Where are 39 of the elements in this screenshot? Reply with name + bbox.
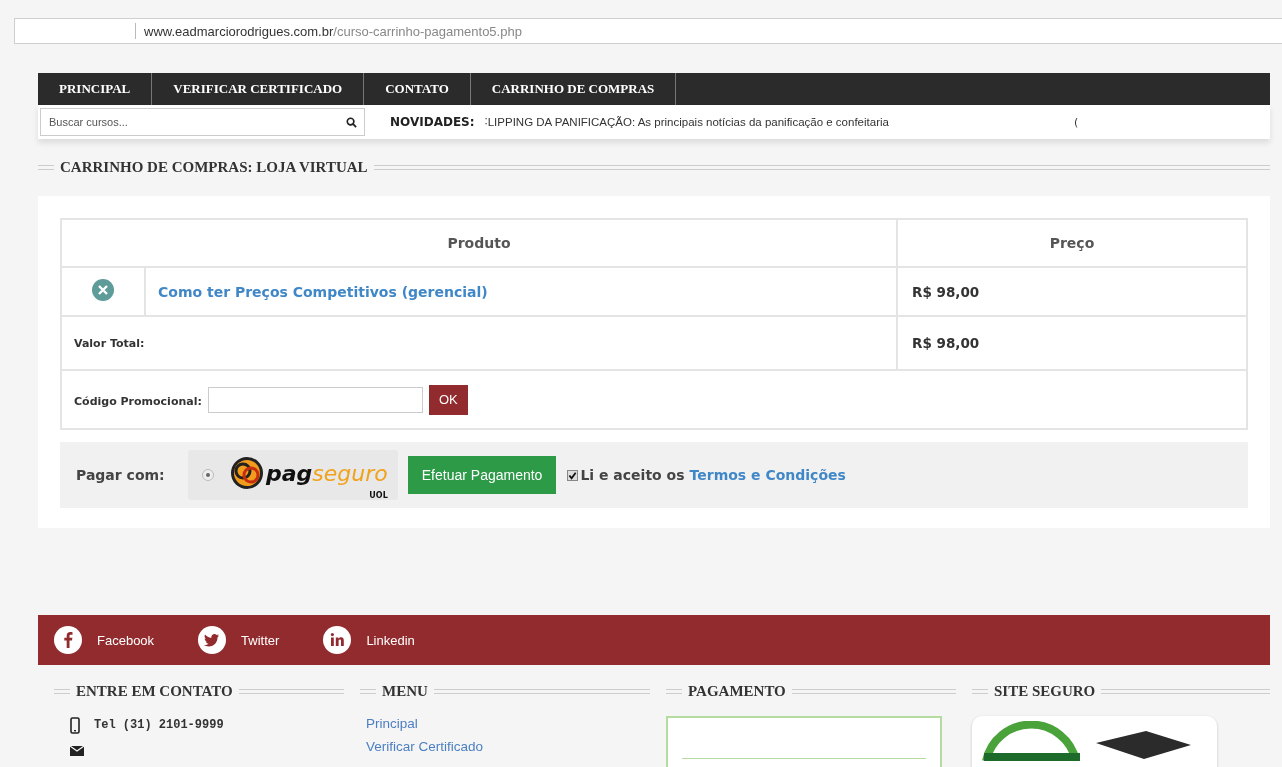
pay-with-label: Pagar com: [76, 467, 166, 483]
section-title: CARRINHO DE COMPRAS: LOJA VIRTUAL [59, 159, 369, 176]
terms-checkbox[interactable] [567, 469, 579, 481]
social-link[interactable]: Twitter [198, 626, 280, 654]
envelope-icon [70, 746, 84, 756]
social-link[interactable]: Linkedin [323, 626, 415, 654]
column-header: Produto [61, 219, 897, 267]
footer-heading: PAGAMENTO [687, 683, 787, 700]
total-value: R$ 98,00 [912, 335, 980, 351]
footer-heading: SITE SEGURO [993, 683, 1097, 700]
linkedin-icon [323, 626, 352, 654]
remove-icon[interactable] [92, 278, 114, 301]
promo-label: Código Promocional: [74, 394, 202, 407]
url-text: www.eadmarciorodrigues.com.br/curso-carrinho-pagamento5.php [144, 23, 522, 39]
promo-code-field[interactable] [207, 386, 423, 413]
payment-option[interactable]: pagseguro UOL [188, 450, 398, 500]
column-header: Preço [897, 219, 1247, 267]
footer-menu-link[interactable]: Principal [366, 716, 650, 731]
search-field[interactable]: Buscar cursos... [40, 108, 365, 136]
footer-heading: MENU [381, 683, 429, 700]
ok-button[interactable]: OK [428, 384, 468, 415]
radio-button[interactable] [202, 469, 214, 481]
product-link[interactable]: Como ter Preços Competitivos (gerencial) [158, 284, 488, 300]
facebook-icon [54, 626, 82, 654]
phone-number: Tel (31) 2101-9999 [94, 718, 224, 732]
footer-heading: ENTRE EM CONTATO [75, 683, 234, 700]
address-bar[interactable]: www.eadmarciorodrigues.com.br/curso-carrinho-pagamento5.php [14, 18, 1282, 44]
twitter-icon [198, 626, 227, 654]
pay-button[interactable]: Efetuar Pagamento [407, 456, 557, 494]
search-icon[interactable] [346, 117, 357, 128]
social-link[interactable]: Facebook [54, 626, 155, 654]
footer-menu-link[interactable]: Verificar Certificado [366, 739, 650, 754]
price-text: R$ 98,00 [912, 283, 980, 300]
news-ticker-fragment: ( [1073, 115, 1079, 129]
news-label: NOVIDADES: [390, 115, 475, 129]
terms-text: Li e aceito os [580, 467, 685, 483]
news-ticker[interactable]: ˸LIPPING DA PANIFICAÇÃO: As principais notícias da panificação e confeitaria [484, 116, 889, 128]
total-label: Valor Total: [74, 336, 145, 350]
phone-icon [70, 716, 80, 734]
